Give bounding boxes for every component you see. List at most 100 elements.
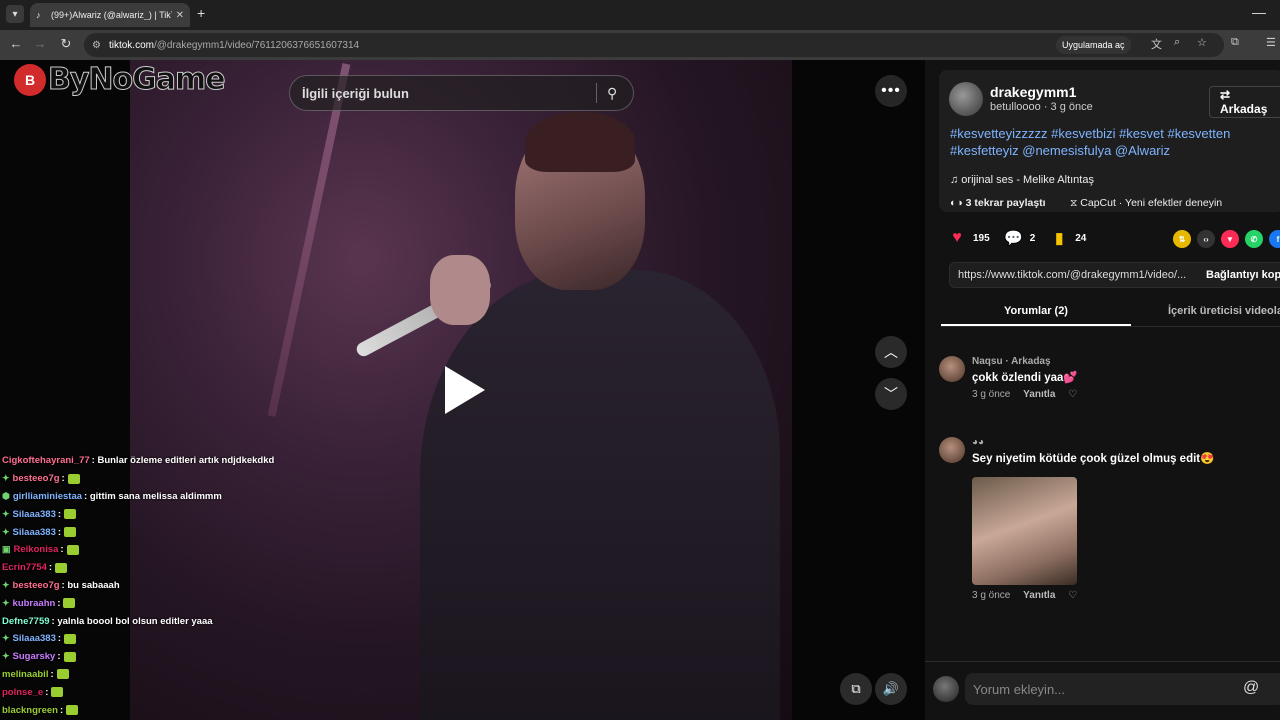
save-button[interactable]: ▮ 24 bbox=[1049, 228, 1086, 248]
like-button[interactable]: ♥ 195 bbox=[947, 228, 990, 248]
share-icons-row: ⇅ ‹› ▼ ✆ f bbox=[1173, 230, 1280, 248]
chat-emote-icon bbox=[64, 509, 77, 520]
comment-bubble-icon: 💬 bbox=[1004, 230, 1024, 247]
send-to-friends-icon[interactable]: ▼ bbox=[1221, 230, 1239, 248]
forward-arrow-icon[interactable]: → bbox=[32, 36, 48, 51]
like-count: 195 bbox=[973, 232, 990, 244]
friends-button[interactable]: ⇄ Arkadaş bbox=[1209, 86, 1280, 118]
chat-message: melinaabil: bbox=[2, 666, 302, 684]
chat-username: girlliaminiestaa bbox=[12, 490, 83, 502]
zoom-icon[interactable]: ⌕ bbox=[1174, 36, 1180, 49]
tab-creator-videos[interactable]: İçerik üreticisi videoları bbox=[1168, 305, 1280, 317]
comment-text: Sey niyetim kötüde çook güzel olmuş edit… bbox=[972, 453, 1215, 465]
video-player[interactable]: B ByNoGame ⚲ ••• ︿ ﹀ ⧉ 🔊 Cigkoftehayrani… bbox=[0, 60, 925, 720]
chat-text: : bbox=[50, 668, 54, 680]
chat-emote-icon bbox=[55, 562, 68, 573]
stage-light bbox=[267, 63, 351, 417]
address-bar[interactable]: ⚙ tiktok.com/@drakegymm1/video/761120637… bbox=[84, 33, 1224, 57]
new-tab-button[interactable]: + bbox=[197, 5, 205, 21]
reload-icon[interactable]: ↻ bbox=[58, 36, 74, 52]
comment-photo[interactable] bbox=[972, 477, 1077, 585]
play-icon[interactable] bbox=[445, 366, 485, 414]
chat-username: polnse_e bbox=[2, 686, 44, 698]
mention-icon[interactable]: @ bbox=[1243, 679, 1259, 697]
chat-message: Cigkoftehayrani_77: Bunlar özleme editle… bbox=[2, 452, 302, 470]
bookmark-star-icon[interactable]: ☆ bbox=[1197, 36, 1207, 49]
next-video-button[interactable]: ﹀ bbox=[875, 378, 907, 410]
embed-code-icon[interactable]: ‹› bbox=[1197, 230, 1215, 248]
facebook-icon[interactable]: f bbox=[1269, 230, 1280, 248]
comment-meta: 3 g önce Yanıtla ♡ bbox=[972, 590, 1077, 601]
more-options-button[interactable]: ••• bbox=[875, 75, 907, 107]
comment-username-emoji[interactable]: ◕◕ bbox=[972, 437, 984, 448]
comment-avatar[interactable] bbox=[939, 356, 965, 382]
search-icon[interactable]: ⚲ bbox=[607, 85, 617, 102]
chat-text: : bbox=[57, 633, 62, 645]
chat-username: Reikonisa bbox=[13, 544, 59, 556]
more-dots-icon: ••• bbox=[881, 82, 901, 99]
video-link-field[interactable]: https://www.tiktok.com/@drakegymm1/video… bbox=[950, 269, 1198, 281]
chat-badge-icon: ▣ bbox=[2, 544, 11, 555]
chat-message: ✦ Sugarsky: bbox=[2, 648, 302, 666]
previous-video-button[interactable]: ︿ bbox=[875, 336, 907, 368]
comment-like-icon[interactable]: ♡ bbox=[1068, 389, 1077, 400]
extensions-icon[interactable]: ⧉ bbox=[1231, 36, 1239, 49]
copy-link-row: https://www.tiktok.com/@drakegymm1/video… bbox=[949, 262, 1280, 288]
whatsapp-icon[interactable]: ✆ bbox=[1245, 230, 1263, 248]
stream-logo: B ByNoGame bbox=[14, 62, 226, 98]
chat-emote-icon bbox=[51, 687, 64, 698]
url-path: /@drakegymm1/video/7611206376651607314 bbox=[153, 39, 360, 51]
singer-hand bbox=[430, 255, 490, 325]
comment-button[interactable]: 💬 2 bbox=[1004, 228, 1035, 248]
floating-player-button[interactable]: ⧉ bbox=[840, 673, 872, 705]
tab-close-icon[interactable]: ✕ bbox=[176, 10, 184, 21]
creator-name[interactable]: drakegymm1 bbox=[990, 84, 1076, 100]
tiktok-favicon-icon: ♪ bbox=[36, 10, 41, 20]
chat-username: Cigkoftehayrani_77 bbox=[2, 455, 90, 467]
singer-hair bbox=[525, 112, 635, 172]
comment-text: çokk özlendi yaa💕 bbox=[972, 372, 1078, 384]
singer-body bbox=[420, 270, 780, 720]
chat-text: : bbox=[57, 597, 61, 609]
capcut-link[interactable]: ⧖ CapCut · Yeni efektler deneyin bbox=[1070, 197, 1222, 210]
reply-button[interactable]: Yanıtla bbox=[1023, 389, 1055, 400]
repost-share-icon[interactable]: ⇅ bbox=[1173, 230, 1191, 248]
back-arrow-icon[interactable]: ← bbox=[8, 36, 24, 51]
translate-icon[interactable]: 文 bbox=[1151, 36, 1162, 52]
reposts-text[interactable]: ◐◑ 3 tekrar paylaştı bbox=[950, 197, 1046, 209]
comment-composer: @ bbox=[925, 661, 1280, 720]
site-info-icon[interactable]: ⚙ bbox=[92, 40, 101, 51]
comment-username[interactable]: Naqsu · Arkadaş bbox=[972, 356, 1051, 367]
comment-like-icon[interactable]: ♡ bbox=[1068, 590, 1077, 601]
creator-avatar[interactable] bbox=[949, 82, 983, 116]
chat-emote-icon bbox=[63, 598, 76, 609]
chat-text: : bbox=[57, 651, 61, 663]
tab-comments[interactable]: Yorumlar (2) bbox=[941, 305, 1131, 326]
chat-text: : bu sabaaah bbox=[61, 579, 120, 591]
comment-input[interactable] bbox=[965, 673, 1280, 705]
volume-button[interactable]: 🔊 bbox=[875, 673, 907, 705]
search-input[interactable] bbox=[302, 85, 592, 101]
open-in-app-label: Uygulamada aç bbox=[1062, 40, 1125, 50]
chat-message: ▣ Reikonisa: bbox=[2, 541, 302, 559]
comment-avatar[interactable] bbox=[939, 437, 965, 463]
reading-list-icon[interactable]: ☰ bbox=[1266, 36, 1276, 49]
comment-time: 3 g önce bbox=[972, 590, 1011, 601]
copy-link-button[interactable]: Bağlantıyı kop bbox=[1198, 269, 1280, 281]
chat-message: ✦ besteeo7g: bu sabaaah bbox=[2, 577, 302, 595]
creator-subline: betulloooo · 3 g önce bbox=[990, 101, 1093, 113]
chat-badge-icon: ✦ bbox=[2, 508, 10, 519]
heart-icon: ♥ bbox=[952, 229, 962, 246]
search-bar[interactable]: ⚲ bbox=[289, 75, 634, 111]
browser-tab-active[interactable]: ♪ (99+)Alwariz (@alwariz_) | TikTo ✕ bbox=[30, 3, 190, 27]
video-description: #kesvetteyizzzzz #kesvetbizi #kesvet #ke… bbox=[950, 126, 1231, 158]
tab-search-menu-button[interactable]: ▾ bbox=[6, 5, 24, 23]
open-in-app-button[interactable]: Uygulamada aç bbox=[1056, 36, 1131, 54]
sound-link[interactable]: ♫ orijinal ses - Melike Altıntaş bbox=[950, 174, 1094, 186]
chat-emote-icon bbox=[63, 651, 76, 662]
window-minimize-button[interactable]: — bbox=[1252, 4, 1266, 20]
reply-button[interactable]: Yanıtla bbox=[1023, 590, 1055, 601]
chat-text: : bbox=[57, 508, 62, 520]
browser-tabstrip: ▾ ♪ (99+)Alwariz (@alwariz_) | TikTo ✕ +… bbox=[0, 0, 1280, 30]
panel-tabs: Yorumlar (2) İçerik üreticisi videoları bbox=[941, 297, 1280, 327]
